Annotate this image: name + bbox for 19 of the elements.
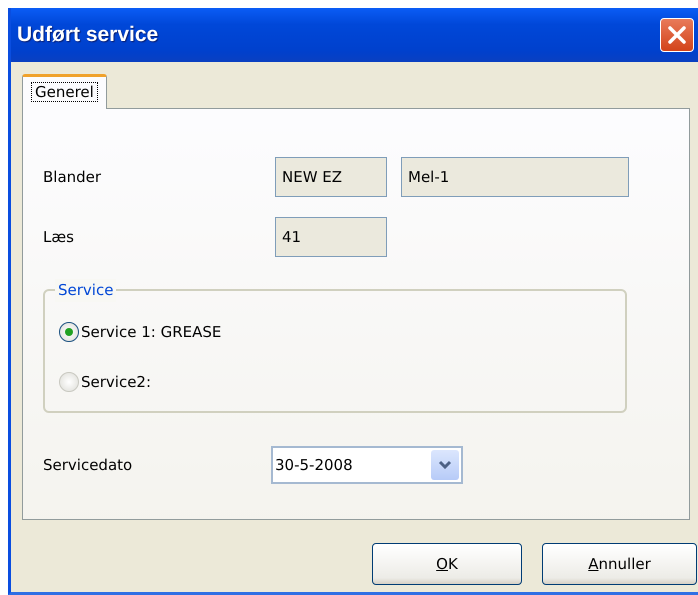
readonly-field: 41 xyxy=(275,217,387,257)
chevron-down-icon xyxy=(438,460,452,470)
window-title: Udført service xyxy=(17,22,158,48)
cancel-button[interactable]: Annuller xyxy=(542,543,697,585)
radio-button[interactable] xyxy=(59,322,79,342)
close-icon xyxy=(667,25,687,45)
field-label: Servicedato xyxy=(43,454,134,476)
date-dropdown[interactable]: 30-5-2008 xyxy=(271,446,463,484)
field-label: Blander xyxy=(43,166,102,188)
readonly-field: Mel-1 xyxy=(401,157,629,197)
radio-label: Service2: xyxy=(81,372,152,393)
field-label: Læs xyxy=(43,226,75,248)
radio-label: Service 1: GREASE xyxy=(81,322,222,343)
readonly-field: NEW EZ xyxy=(275,157,387,197)
date-value: 30-5-2008 xyxy=(275,454,353,476)
ok-button[interactable]: OK xyxy=(372,543,522,585)
close-button[interactable] xyxy=(660,18,694,52)
tab[interactable]: Generel xyxy=(22,74,107,109)
dropdown-button[interactable] xyxy=(431,450,459,480)
